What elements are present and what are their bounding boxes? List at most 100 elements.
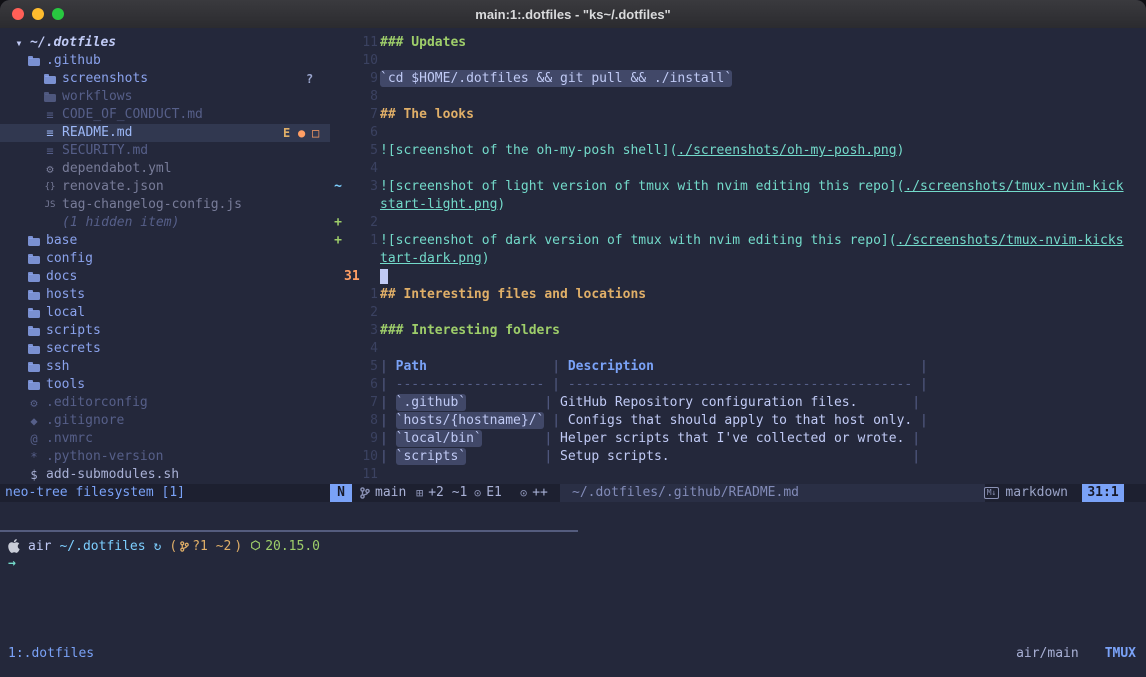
chevron-icon: ▾	[12, 34, 26, 52]
tree-item-1-hidden-item[interactable]: (1 hidden item)	[0, 214, 330, 232]
tree-item-editorconfig[interactable]: ⚙.editorconfig	[0, 394, 330, 412]
maximize-button[interactable]	[52, 8, 64, 20]
window-title: main:1:.dotfiles - "ks~/.dotfiles"	[475, 7, 670, 22]
editor-line[interactable]: 10	[330, 52, 1146, 70]
tree-item-tools[interactable]: tools	[0, 376, 330, 394]
tree-item-secrets[interactable]: secrets	[0, 340, 330, 358]
tree-item-dependabot-yml[interactable]: ⚙dependabot.yml	[0, 160, 330, 178]
text-segment: ### Interesting folders	[380, 323, 560, 338]
editor-line[interactable]: 6	[330, 124, 1146, 142]
tree-item-label: ssh	[46, 358, 69, 376]
tmux-window-tab[interactable]: 1:.dotfiles	[8, 645, 94, 663]
tree-item-docs[interactable]: docs	[0, 268, 330, 286]
editor-line[interactable]: 7| `.github` | GitHub Repository configu…	[330, 394, 1146, 412]
editor-line[interactable]: 4	[330, 160, 1146, 178]
text-segment: Configs that should apply to that host o…	[568, 413, 912, 428]
editor-line[interactable]: 2	[330, 304, 1146, 322]
line-number: 3	[344, 322, 378, 340]
tree-item-workflows[interactable]: workflows	[0, 88, 330, 106]
line-content: start-light.png)	[380, 196, 505, 214]
editor-buffer[interactable]: 11### Updates109`cd $HOME/.dotfiles && g…	[330, 34, 1146, 484]
tree-item-tag-changelog-config-js[interactable]: JStag-changelog-config.js	[0, 196, 330, 214]
titlebar[interactable]: main:1:.dotfiles - "ks~/.dotfiles"	[0, 0, 1146, 29]
text-segment: |	[482, 431, 560, 446]
tree-item-add-submodules-sh[interactable]: $add-submodules.sh	[0, 466, 330, 484]
editor-line[interactable]: +1![screenshot of dark version of tmux w…	[330, 232, 1146, 250]
tree-item-dotfiles[interactable]: ▾~/.dotfiles	[0, 34, 330, 52]
text-segment: |	[654, 359, 928, 374]
tree-item-screenshots[interactable]: screenshots?	[0, 70, 330, 88]
tree-item-ssh[interactable]: ssh	[0, 358, 330, 376]
neotree-status: neo-tree filesystem [1]	[0, 484, 330, 502]
line-number: 1	[344, 286, 378, 304]
editor-line[interactable]: +2	[330, 214, 1146, 232]
tree-item-label: .python-version	[46, 448, 163, 466]
line-number: 8	[344, 412, 378, 430]
traffic-lights	[12, 8, 64, 20]
line-number: 9	[344, 70, 378, 88]
editor-line[interactable]: 11	[330, 466, 1146, 484]
tree-item-renovate-json[interactable]: {}renovate.json	[0, 178, 330, 196]
text-segment: Path	[396, 359, 427, 374]
tmux-statusbar: 1:.dotfiles air/main TMUX	[0, 645, 1146, 663]
tree-item-local[interactable]: local	[0, 304, 330, 322]
statusline: neo-tree filesystem [1] N main ⊞ +2 ~1 ⊙…	[0, 484, 1146, 502]
editor-line[interactable]: 8| `hosts/{hostname}/` | Configs that sh…	[330, 412, 1146, 430]
lsp-segment: ⊙ ++	[520, 484, 548, 502]
editor-line[interactable]: 5![screenshot of the oh-my-posh shell](.…	[330, 142, 1146, 160]
line-content: ### Updates	[380, 34, 466, 52]
editor-line[interactable]: 5| Path | Description |	[330, 358, 1146, 376]
editor-line[interactable]: 3### Interesting folders	[330, 322, 1146, 340]
git-status-badge: ●	[298, 124, 305, 142]
shell-prompt: air ~/.dotfiles ↻ ( ?1 ~2 ) 20.15.0	[8, 537, 320, 555]
tree-item-scripts[interactable]: scripts	[0, 322, 330, 340]
line-content: | `hosts/{hostname}/` | Configs that sho…	[380, 412, 928, 430]
editor-line[interactable]: 9| `local/bin` | Helper scripts that I'v…	[330, 430, 1146, 448]
tree-item-gitignore[interactable]: ◆.gitignore	[0, 412, 330, 430]
text-segment: `local/bin`	[396, 430, 482, 447]
close-button[interactable]	[12, 8, 24, 20]
tree-item-security-md[interactable]: ≡SECURITY.md	[0, 142, 330, 160]
line-content: ## Interesting files and locations	[380, 286, 646, 304]
line-number: 11	[344, 34, 378, 52]
editor-line[interactable]: start-light.png)	[330, 196, 1146, 214]
editor-line[interactable]: 11### Updates	[330, 34, 1146, 52]
tree-item-readme-md[interactable]: ≡README.mdE●□	[0, 124, 330, 142]
line-number: 7	[344, 106, 378, 124]
tree-item-hosts[interactable]: hosts	[0, 286, 330, 304]
editor-line[interactable]: 10| `scripts` | Setup scripts. |	[330, 448, 1146, 466]
tmux-pane-border[interactable]	[0, 530, 578, 532]
editor-line[interactable]: 4	[330, 340, 1146, 358]
gear-icon: ⚙	[27, 394, 41, 412]
tree-item-github[interactable]: .github	[0, 52, 330, 70]
tree-item-label: CODE_OF_CONDUCT.md	[62, 106, 203, 124]
tree-item-code-of-conduct-md[interactable]: ≡CODE_OF_CONDUCT.md	[0, 106, 330, 124]
shell-prompt-line2[interactable]: →	[8, 555, 16, 573]
git-diff-icon: ⊞	[416, 484, 423, 502]
tree-item-python-version[interactable]: *.python-version	[0, 448, 330, 466]
editor-line[interactable]: ~3![screenshot of light version of tmux …	[330, 178, 1146, 196]
git-sign-icon: ~	[332, 178, 344, 196]
editor-line[interactable]: tart-dark.png)	[330, 250, 1146, 268]
cursor-position: 31:1	[1082, 484, 1124, 502]
git-branch-icon	[180, 541, 189, 552]
minimize-button[interactable]	[32, 8, 44, 20]
git-diff-segment: ⊞ +2 ~1	[416, 484, 467, 502]
editor-line[interactable]: 31	[330, 268, 1146, 286]
tree-item-base[interactable]: base	[0, 232, 330, 250]
text-segment: GitHub Repository configuration files.	[560, 395, 857, 410]
tree-item-nvmrc[interactable]: @.nvmrc	[0, 430, 330, 448]
git-sync-icon: ↻	[154, 539, 162, 554]
text-segment: (	[889, 233, 897, 248]
tmux-status-right: air/main TMUX	[1016, 645, 1136, 663]
editor-line[interactable]: 6| ------------------- | ---------------…	[330, 376, 1146, 394]
text-segment: |	[466, 449, 560, 464]
editor-line[interactable]: 8	[330, 88, 1146, 106]
tree-item-config[interactable]: config	[0, 250, 330, 268]
git-diff-counts: +2 ~1	[428, 484, 467, 502]
editor-line[interactable]: 9`cd $HOME/.dotfiles && git pull && ./in…	[330, 70, 1146, 88]
editor-line[interactable]: 1## Interesting files and locations	[330, 286, 1146, 304]
line-content: | Path | Description |	[380, 358, 928, 376]
editor-line[interactable]: 7## The looks	[330, 106, 1146, 124]
text-segment: ## Interesting files and locations	[380, 287, 646, 302]
